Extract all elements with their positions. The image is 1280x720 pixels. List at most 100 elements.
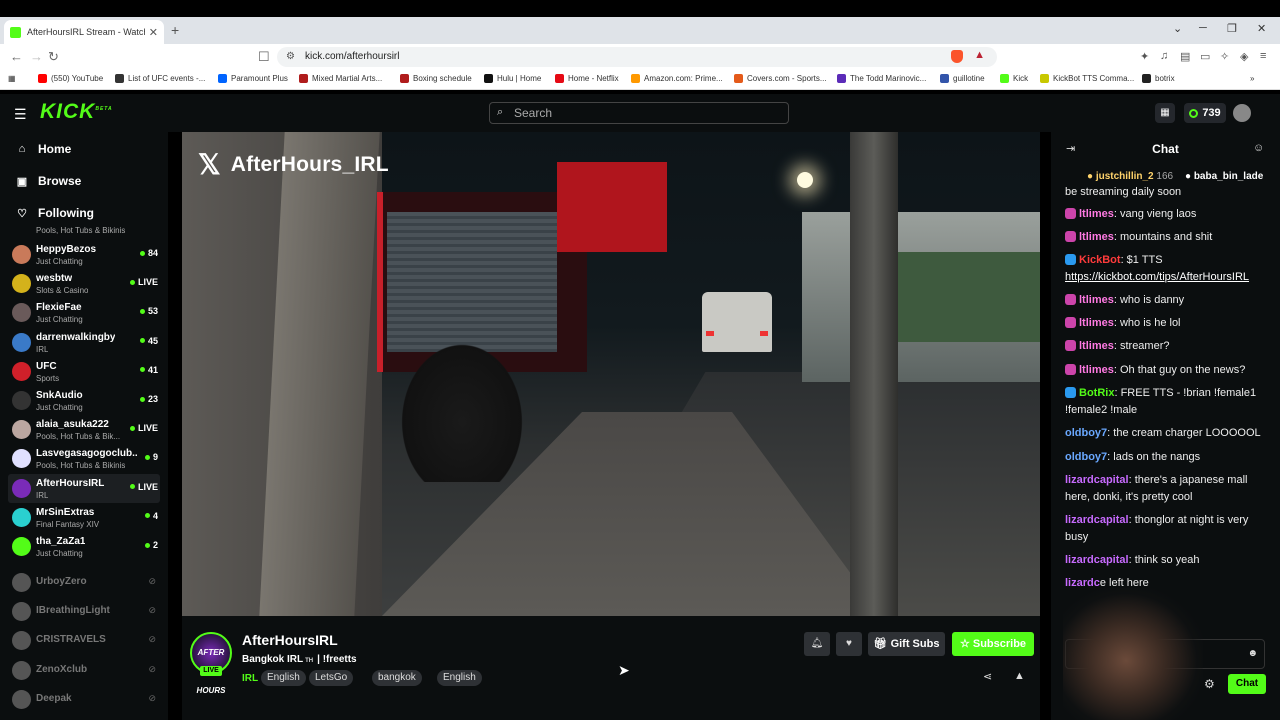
sidebar-channel[interactable]: FlexieFae Just Chatting 53 (8, 298, 160, 327)
send-chat-button[interactable]: Chat (1228, 674, 1266, 694)
sidebar-channel-offline[interactable]: UrboyZero ⊘ (8, 568, 160, 597)
bookmark-item[interactable]: KickBot TTS Comma... (1040, 74, 1134, 83)
bookmark-item[interactable]: Paramount Plus (218, 74, 288, 83)
leo-icon[interactable]: ✧ (1220, 50, 1229, 63)
more-bookmarks-icon[interactable]: » (1250, 74, 1254, 83)
points-button[interactable]: 739 (1184, 103, 1226, 123)
bookmark-item[interactable]: guillotine (940, 74, 985, 83)
sidebar-channel[interactable]: Lasvegasagogoclub... Pools, Hot Tubs & Bi… (8, 444, 160, 473)
sidebar-icon[interactable]: ▤ (1180, 50, 1190, 63)
hamburger-menu-icon[interactable]: ☰ (14, 106, 27, 123)
bookmark-item[interactable]: Mixed Martial Arts... (299, 74, 382, 83)
chat-username[interactable]: ltlimes (1079, 294, 1114, 306)
apps-grid-icon[interactable]: ▦ (8, 74, 16, 83)
users-icon[interactable]: ☺ (1253, 142, 1264, 154)
chat-username[interactable]: BotRix (1079, 387, 1114, 399)
nav-browse[interactable]: ▣ Browse (15, 174, 82, 188)
chat-username[interactable]: ltlimes (1079, 317, 1114, 329)
bookmark-item[interactable]: List of UFC events -... (115, 74, 205, 83)
browser-tab[interactable]: AfterHoursIRL Stream - Watch ✕ (4, 20, 164, 44)
reload-icon[interactable]: ↻ (48, 49, 59, 65)
dashboard-icon[interactable]: ▦ (1155, 103, 1175, 123)
vpn-icon[interactable]: ◈ (1240, 50, 1248, 63)
search-input[interactable]: ⌕ Search (489, 102, 789, 124)
bookmark-item[interactable]: Boxing schedule (400, 74, 472, 83)
sidebar-channel[interactable]: SnkAudio Just Chatting 23 (8, 386, 160, 415)
stream-category[interactable]: IRL (242, 673, 258, 684)
chat-username[interactable]: ltlimes (1079, 231, 1114, 243)
brave-shield-icon[interactable] (951, 50, 963, 63)
chat-title: Chat (1152, 142, 1179, 156)
chat-username[interactable]: oldboy7 (1065, 427, 1107, 439)
pinned-user[interactable]: ● baba_bin_lade (1185, 171, 1263, 182)
kick-logo[interactable]: KICKBETA (40, 100, 113, 124)
bookmark-item[interactable]: The Todd Marinovic... (837, 74, 926, 83)
sidebar-channel[interactable]: HeppyBezos Just Chatting 84 (8, 240, 160, 269)
user-avatar[interactable] (1233, 104, 1251, 122)
sidebar-channel[interactable]: AfterHoursIRL IRL LIVE (8, 473, 160, 503)
chat-username[interactable]: ltlimes (1079, 364, 1114, 376)
nav-home[interactable]: ⌂ Home (15, 142, 72, 156)
chat-settings-icon[interactable]: ⚙ (1204, 677, 1215, 691)
site-info-icon[interactable]: ⚙ (286, 51, 295, 62)
menu-icon[interactable]: ≡ (1260, 50, 1266, 62)
sidebar-channel-offline[interactable]: CRISTRAVELS ⊘ (8, 626, 160, 655)
sidebar-channel-offline[interactable]: Deepak ⊘ (8, 685, 160, 714)
stream-tag[interactable]: LetsGo (309, 670, 354, 686)
sidebar-channel-partial[interactable]: Pools, Hot Tubs & Bikinis (8, 224, 160, 240)
chat-username[interactable]: oldboy7 (1065, 451, 1107, 463)
chat-username[interactable]: ltlimes (1079, 208, 1114, 220)
gift-subs-button[interactable]: 🎁︎ Gift Subs (868, 632, 945, 656)
bookmark-icon[interactable]: ☐ (258, 49, 270, 65)
sidebar-channel[interactable]: UFC Sports 41 (8, 357, 160, 386)
channel-avatar (12, 274, 31, 294)
channel-name: AfterHoursIRL (36, 477, 105, 489)
sidebar-channel-offline[interactable]: IBreathingLight ⊘ (8, 597, 160, 626)
stream-tag[interactable]: bangkok (372, 670, 422, 686)
minimize-icon[interactable]: ─ (1199, 22, 1207, 34)
sidebar-channel-offline[interactable]: ZenoXclub ⊘ (8, 656, 160, 685)
pinned-user[interactable]: ● justchillin_2 166 (1087, 171, 1173, 182)
close-tab-icon[interactable]: ✕ (149, 26, 158, 39)
chat-username[interactable]: KickBot (1079, 254, 1121, 266)
sidebar-channel[interactable]: tha_ZaZa1 Just Chatting 2 (8, 532, 160, 561)
url-field[interactable]: ⚙ kick.com/afterhoursirl ▲ (277, 47, 997, 67)
bookmark-item[interactable]: botrix (1142, 74, 1175, 83)
nav-following[interactable]: ♡ Following (15, 206, 94, 220)
stream-tag[interactable]: English (437, 670, 482, 686)
chat-username[interactable]: lizardcapital (1065, 514, 1129, 526)
notification-bell-button[interactable]: 🔔︎ (804, 632, 830, 656)
chat-username[interactable]: lizardcapital (1065, 554, 1129, 566)
share-icon[interactable]: ⋖ (983, 670, 992, 683)
sidebar-channel[interactable]: wesbtw Slots & Casino LIVE (8, 269, 160, 298)
sidebar-channel[interactable]: alaia_asuka222 Pools, Hot Tubs & Bik... LI… (8, 415, 160, 444)
bookmark-item[interactable]: Home - Netflix (555, 74, 619, 83)
bookmark-item[interactable]: (550) YouTube (38, 74, 103, 83)
bookmark-item[interactable]: Covers.com - Sports... (734, 74, 827, 83)
report-icon[interactable]: ▲ (1014, 670, 1025, 682)
follow-button[interactable]: ♥ (836, 632, 862, 656)
back-icon[interactable]: ← (10, 49, 23, 64)
wallet-icon[interactable]: ▭ (1200, 50, 1210, 63)
emoji-icon[interactable]: ☻ (1247, 648, 1258, 659)
chat-username[interactable]: ltlimes (1079, 340, 1114, 352)
chat-link[interactable]: https://kickbot.com/tips/AfterHoursIRL (1065, 271, 1249, 283)
bookmark-item[interactable]: Hulu | Home (484, 74, 541, 83)
brave-rewards-icon[interactable]: ▲ (974, 49, 985, 61)
sidebar-channel[interactable]: MrSinExtras Final Fantasy XIV 4 (8, 503, 160, 532)
channel-name[interactable]: AfterHoursIRL (242, 632, 338, 648)
extensions-puzzle-icon[interactable]: ✦ (1140, 50, 1149, 63)
bookmark-item[interactable]: Amazon.com: Prime... (631, 74, 723, 83)
chat-username[interactable]: lizardcapital (1065, 474, 1129, 486)
maximize-icon[interactable]: ❐ (1227, 22, 1237, 35)
new-tab-icon[interactable]: + (171, 22, 179, 38)
bookmark-item[interactable]: Kick (1000, 74, 1028, 83)
video-player[interactable]: 𝕏 AfterHours_IRL (182, 132, 1040, 616)
stream-tag[interactable]: English (261, 670, 306, 686)
forward-icon[interactable]: → (30, 49, 43, 64)
subscribe-button[interactable]: ☆ Subscribe (952, 632, 1034, 656)
tab-search-icon[interactable]: ⌄ (1173, 22, 1182, 35)
music-icon[interactable]: ♫ (1160, 50, 1168, 62)
close-window-icon[interactable]: ✕ (1257, 22, 1266, 35)
sidebar-channel[interactable]: darrenwalkingby IRL 45 (8, 328, 160, 357)
